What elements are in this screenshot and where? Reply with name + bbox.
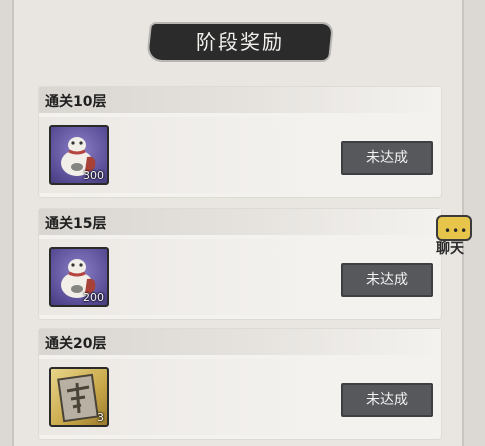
claim-button[interactable]: 未达成 (341, 383, 433, 417)
claim-button[interactable]: 未达成 (341, 263, 433, 297)
reward-item[interactable]: 3 (49, 367, 109, 427)
claim-button[interactable]: 未达成 (341, 141, 433, 175)
reward-title: 通关10层 (45, 94, 107, 110)
chat-button[interactable]: ••• 聊天 (436, 215, 474, 257)
reward-card: 通关10层 300 未达成 (38, 86, 442, 198)
item-count: 3 (97, 411, 104, 424)
reward-title: 通关15层 (45, 216, 107, 232)
item-count: 200 (83, 291, 104, 304)
reward-item[interactable]: 300 (49, 125, 109, 185)
reward-item[interactable]: 200 (49, 247, 109, 307)
panel-title: 阶段奖励 (196, 30, 284, 54)
reward-card: 通关20层 3 未达成 (38, 328, 442, 440)
item-count: 300 (83, 169, 104, 182)
reward-card: 通关15层 200 未达成 (38, 208, 442, 320)
chat-label: 聊天 (436, 241, 464, 257)
reward-title: 通关20层 (45, 336, 107, 352)
